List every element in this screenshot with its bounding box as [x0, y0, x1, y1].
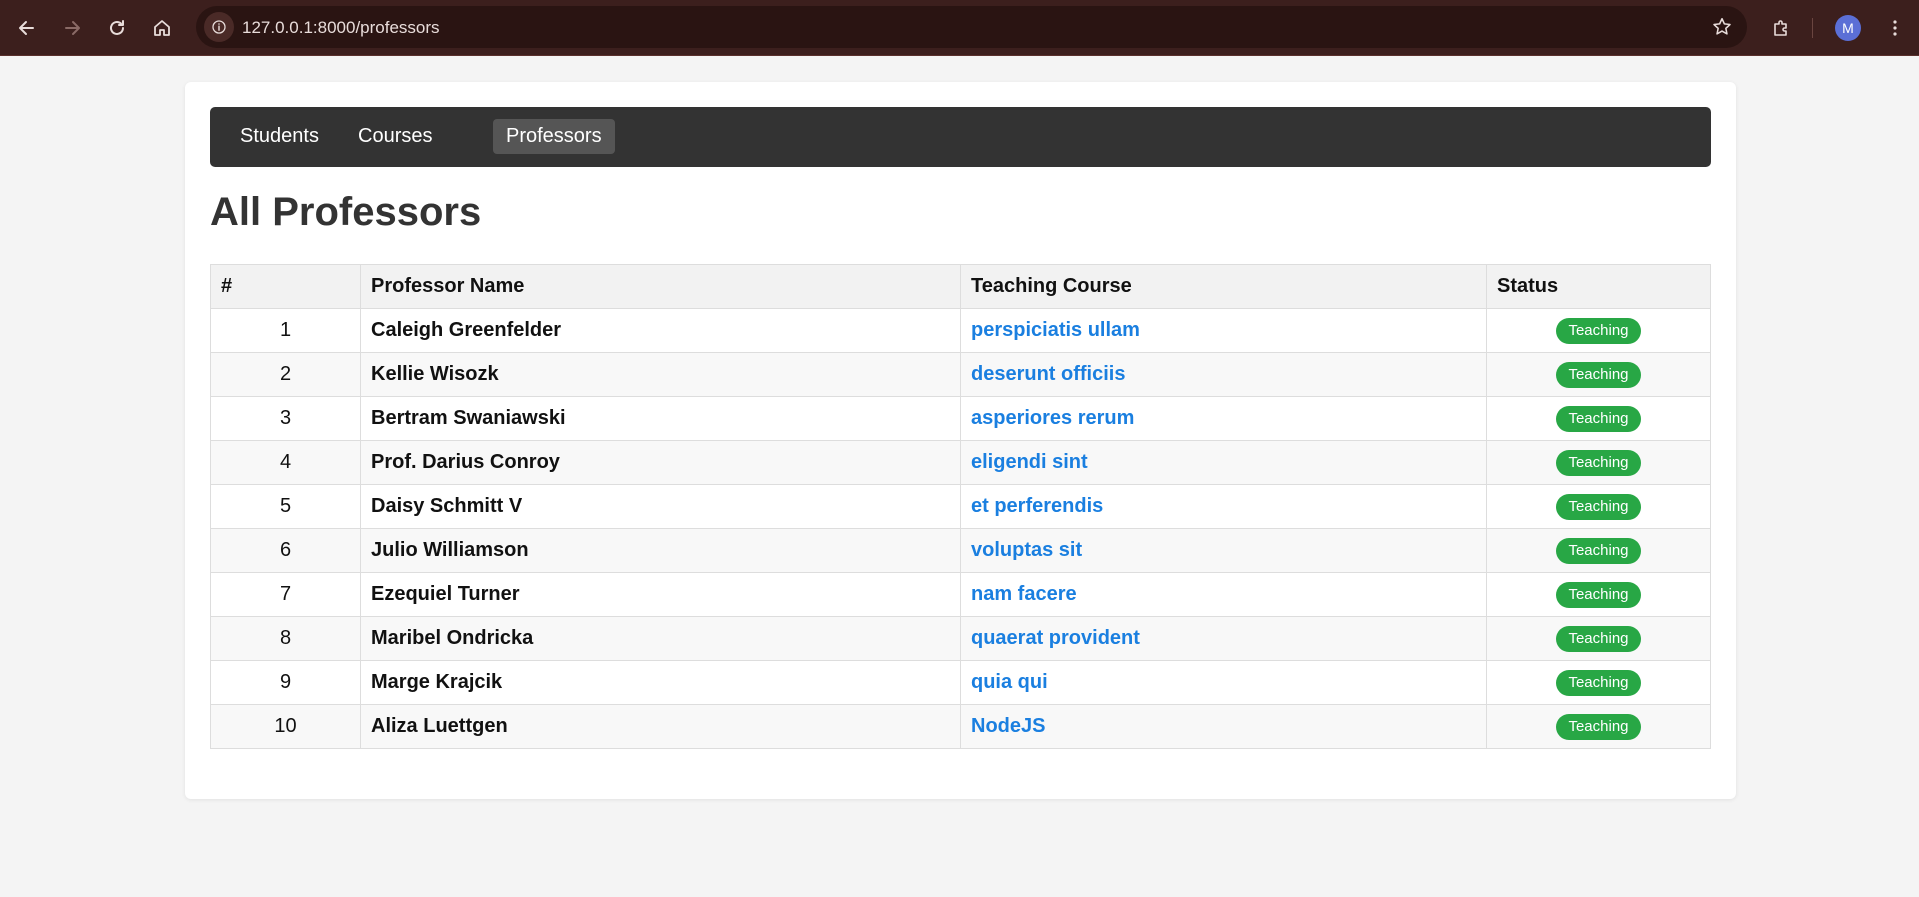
table-row: 5 Daisy Schmitt V et perferendis Teachin… [210, 484, 1711, 529]
row-number: 9 [210, 660, 361, 705]
status-badge: Teaching [1556, 581, 1641, 608]
home-icon [154, 20, 170, 36]
professor-name: Ezequiel Turner [360, 572, 961, 617]
status-badge: Teaching [1556, 361, 1641, 388]
course-link[interactable]: NodeJS [971, 715, 1045, 737]
row-number: 6 [210, 528, 361, 573]
professor-name: Julio Williamson [360, 528, 961, 573]
nav-item-students[interactable]: Students [227, 119, 332, 154]
status-badge: Teaching [1556, 669, 1641, 696]
table-row: 1 Caleigh Greenfelder perspiciatis ullam… [210, 308, 1711, 353]
extensions-button[interactable] [1763, 10, 1799, 46]
browser-menu-button[interactable] [1877, 10, 1913, 46]
back-arrow-icon [19, 21, 34, 35]
column-header-number: # [210, 264, 361, 309]
home-button[interactable] [144, 10, 180, 46]
professor-name: Caleigh Greenfelder [360, 308, 961, 353]
top-navigation: Students Courses Professors [210, 107, 1711, 167]
professor-name: Marge Krajcik [360, 660, 961, 705]
nav-item-courses[interactable]: Courses [345, 119, 445, 154]
page-title: All Professors [210, 190, 482, 234]
column-header-professor-name: Professor Name [360, 264, 961, 309]
bookmark-star-icon[interactable] [1711, 16, 1733, 38]
status-badge: Teaching [1556, 449, 1641, 476]
site-info-icon[interactable] [204, 12, 234, 42]
back-button[interactable] [9, 10, 45, 46]
puzzle-piece-icon [1774, 20, 1787, 36]
forward-arrow-icon [65, 21, 80, 35]
more-vertical-icon [1893, 20, 1897, 36]
table-row: 10 Aliza Luettgen NodeJS Teaching [210, 704, 1711, 749]
browser-toolbar: 127.0.0.1:8000/professors M [0, 0, 1919, 56]
status-badge: Teaching [1556, 493, 1641, 520]
row-number: 8 [210, 616, 361, 661]
professor-name: Bertram Swaniawski [360, 396, 961, 441]
table-row: 4 Prof. Darius Conroy eligendi sint Teac… [210, 440, 1711, 485]
course-link[interactable]: eligendi sint [971, 451, 1088, 473]
course-link[interactable]: deserunt officiis [971, 363, 1125, 385]
column-header-status: Status [1486, 264, 1711, 309]
table-row: 3 Bertram Swaniawski asperiores rerum Te… [210, 396, 1711, 441]
row-number: 3 [210, 396, 361, 441]
column-header-teaching-course: Teaching Course [960, 264, 1487, 309]
professor-name: Aliza Luettgen [360, 704, 961, 749]
professor-name: Daisy Schmitt V [360, 484, 961, 529]
table-row: 6 Julio Williamson voluptas sit Teaching [210, 528, 1711, 573]
row-number: 10 [210, 704, 361, 749]
row-number: 7 [210, 572, 361, 617]
address-bar[interactable]: 127.0.0.1:8000/professors [196, 6, 1747, 48]
professors-table: # Professor Name Teaching Course Status … [210, 264, 1711, 749]
row-number: 4 [210, 440, 361, 485]
forward-button[interactable] [54, 10, 90, 46]
content-card: Students Courses Professors All Professo… [185, 82, 1736, 799]
status-badge: Teaching [1556, 537, 1641, 564]
course-link[interactable]: voluptas sit [971, 539, 1082, 561]
reload-icon [110, 20, 124, 35]
course-link[interactable]: quaerat provident [971, 627, 1140, 649]
course-link[interactable]: quia qui [971, 671, 1048, 693]
status-badge: Teaching [1556, 625, 1641, 652]
url-text[interactable]: 127.0.0.1:8000/professors [242, 18, 440, 38]
course-link[interactable]: perspiciatis ullam [971, 319, 1140, 341]
status-badge: Teaching [1556, 317, 1641, 344]
row-number: 2 [210, 352, 361, 397]
profile-avatar[interactable]: M [1835, 15, 1861, 41]
row-number: 5 [210, 484, 361, 529]
course-link[interactable]: nam facere [971, 583, 1077, 605]
status-badge: Teaching [1556, 713, 1641, 740]
course-link[interactable]: et perferendis [971, 495, 1103, 517]
reload-button[interactable] [99, 10, 135, 46]
professor-name: Prof. Darius Conroy [360, 440, 961, 485]
table-row: 2 Kellie Wisozk deserunt officiis Teachi… [210, 352, 1711, 397]
table-row: 9 Marge Krajcik quia qui Teaching [210, 660, 1711, 705]
row-number: 1 [210, 308, 361, 353]
professor-name: Kellie Wisozk [360, 352, 961, 397]
table-header-row: # Professor Name Teaching Course Status [210, 264, 1711, 309]
toolbar-divider [1812, 18, 1813, 38]
nav-item-professors[interactable]: Professors [493, 119, 615, 154]
table-row: 8 Maribel Ondricka quaerat provident Tea… [210, 616, 1711, 661]
status-badge: Teaching [1556, 405, 1641, 432]
course-link[interactable]: asperiores rerum [971, 407, 1134, 429]
professor-name: Maribel Ondricka [360, 616, 961, 661]
table-row: 7 Ezequiel Turner nam facere Teaching [210, 572, 1711, 617]
